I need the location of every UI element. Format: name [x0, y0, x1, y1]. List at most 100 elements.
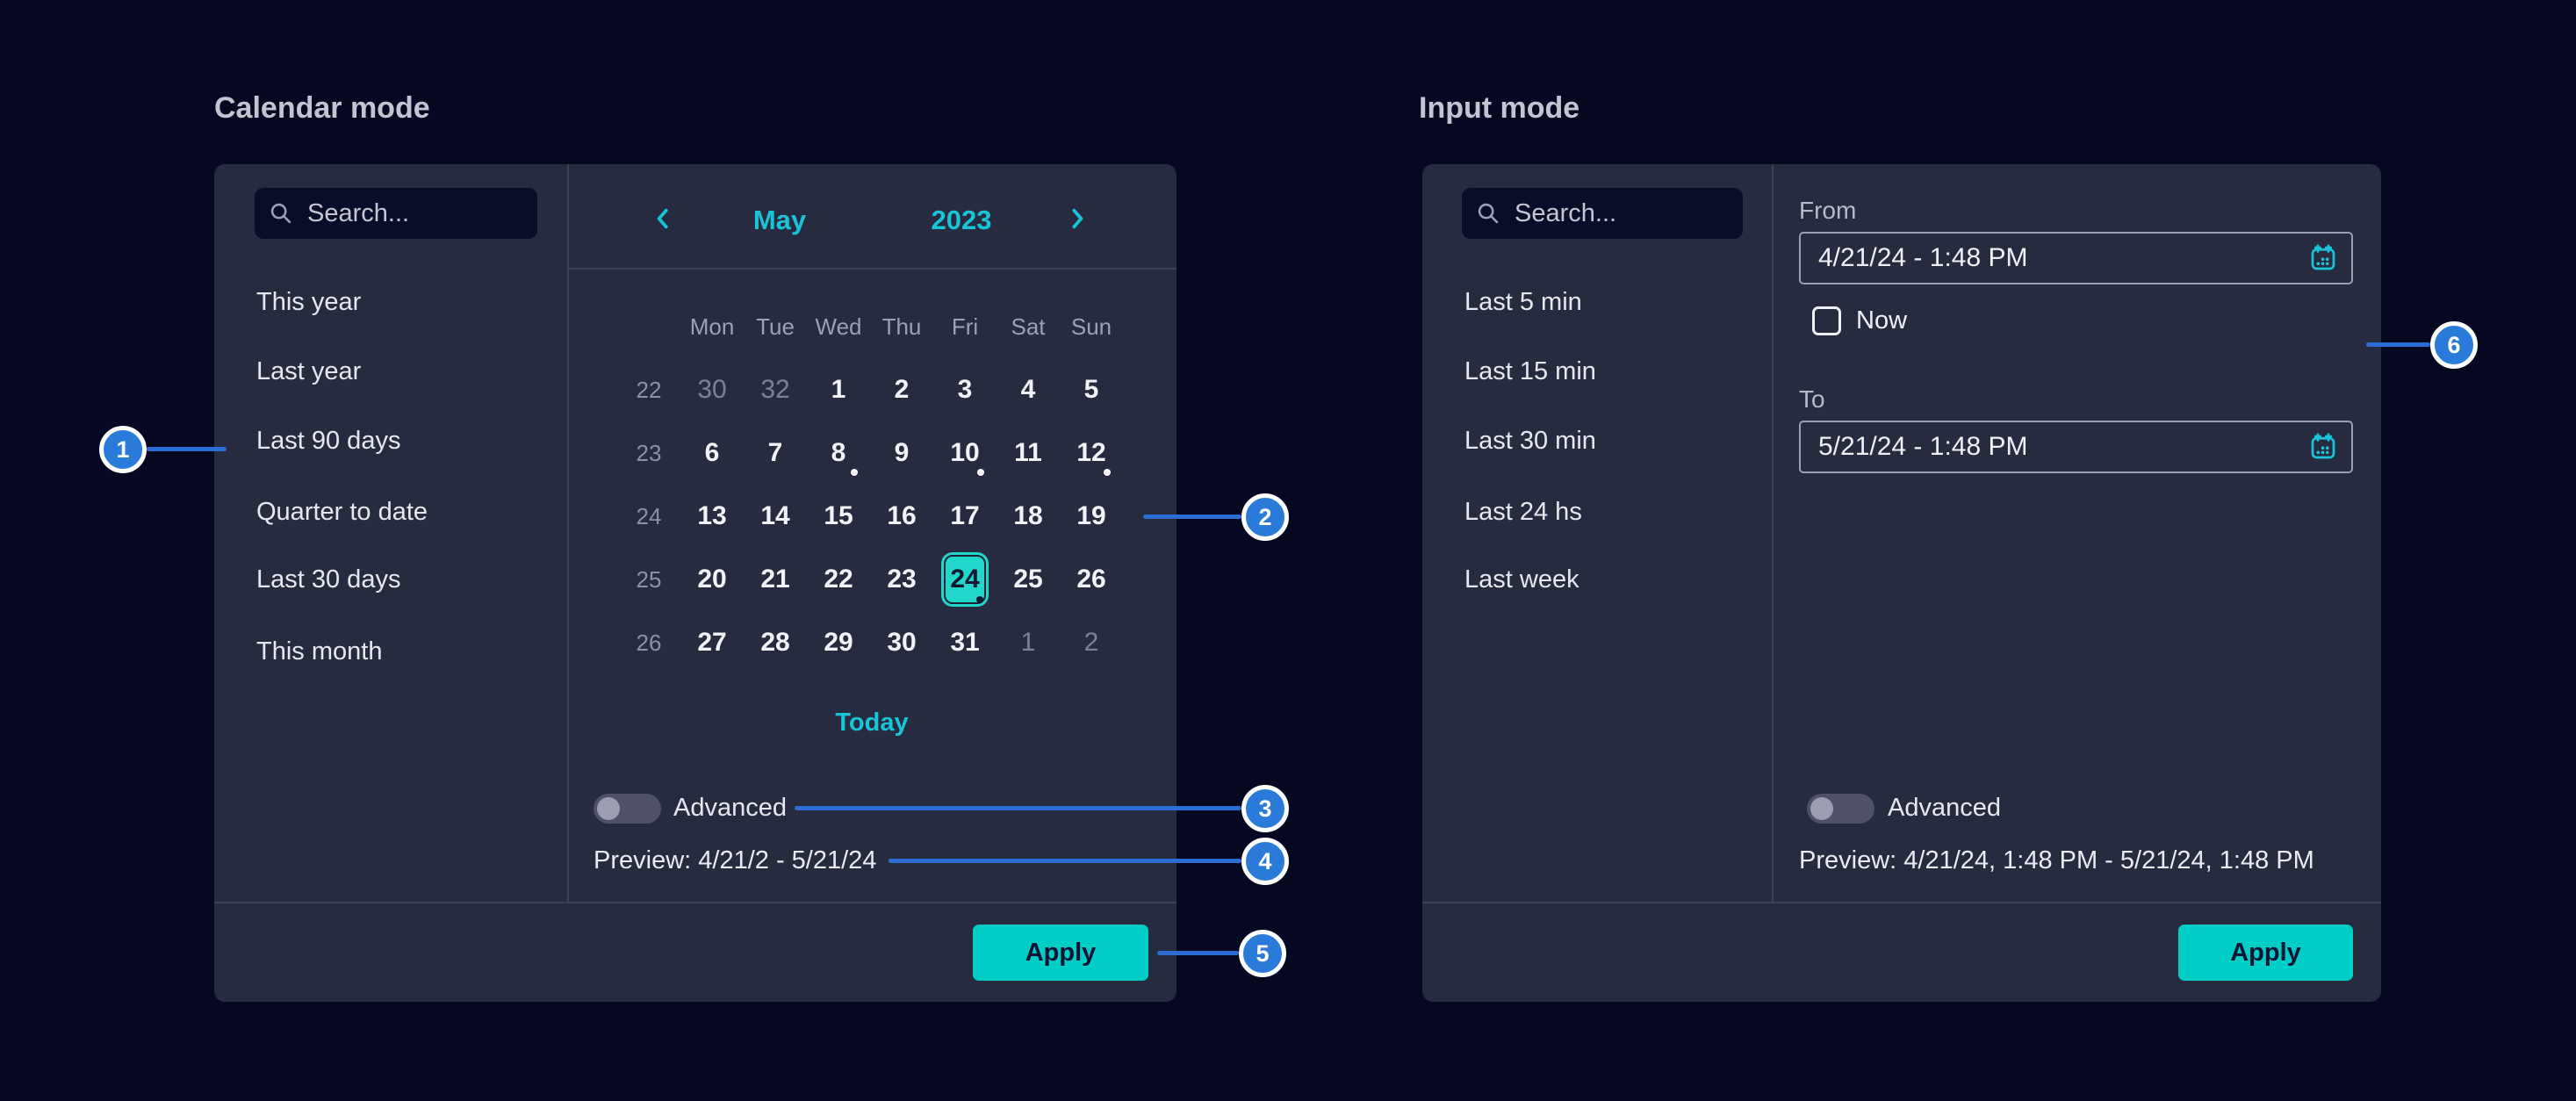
- divider: [567, 164, 569, 902]
- today-button[interactable]: Today: [567, 709, 1176, 738]
- day-cell[interactable]: 3: [933, 358, 997, 421]
- sidebar-item-last-24-hs[interactable]: Last 24 hs: [1464, 494, 1582, 529]
- day-cell[interactable]: 32: [744, 358, 807, 421]
- day-cell[interactable]: 29: [807, 611, 870, 674]
- from-input[interactable]: [1801, 242, 2307, 274]
- callout-line: [147, 447, 227, 451]
- year-label[interactable]: 2023: [891, 205, 1032, 236]
- callout-1: 1: [99, 426, 147, 473]
- apply-button[interactable]: Apply: [973, 925, 1148, 981]
- advanced-label: Advanced: [673, 790, 787, 825]
- callout-2: 2: [1241, 493, 1289, 541]
- month-label[interactable]: May: [709, 205, 850, 236]
- next-month-button[interactable]: [1056, 198, 1098, 240]
- day-cell[interactable]: 1: [807, 358, 870, 421]
- week-number: 24: [617, 485, 680, 548]
- day-cell[interactable]: 1: [997, 611, 1060, 674]
- weekday-header: Thu: [870, 295, 933, 358]
- sidebar-item-this-year[interactable]: This year: [256, 284, 361, 320]
- weekday-header: Sun: [1060, 295, 1123, 358]
- callout-line: [2366, 342, 2430, 347]
- day-cell[interactable]: 5: [1060, 358, 1123, 421]
- callout-3: 3: [1241, 785, 1289, 832]
- day-cell[interactable]: 25: [997, 548, 1060, 611]
- callout-line: [1143, 515, 1241, 519]
- sidebar-item-quarter-to-date[interactable]: Quarter to date: [256, 494, 428, 529]
- day-cell-selected[interactable]: 24: [933, 548, 997, 611]
- to-input[interactable]: [1801, 431, 2307, 463]
- day-cell[interactable]: 9: [870, 421, 933, 485]
- page: Calendar mode This year Last year Last 9…: [0, 0, 2576, 1101]
- from-field: [1799, 232, 2353, 284]
- sidebar-item-last-week[interactable]: Last week: [1464, 562, 1579, 597]
- search-icon: [269, 201, 293, 226]
- sidebar-item-last-5-min[interactable]: Last 5 min: [1464, 284, 1582, 320]
- week-number: 26: [617, 611, 680, 674]
- day-cell[interactable]: 2: [1060, 611, 1123, 674]
- advanced-label: Advanced: [1888, 790, 2001, 825]
- day-cell[interactable]: 6: [680, 421, 744, 485]
- apply-button[interactable]: Apply: [2178, 925, 2353, 981]
- from-label: From: [1799, 196, 1856, 226]
- preview-text: Preview: 4/21/24, 1:48 PM - 5/21/24, 1:4…: [1799, 843, 2314, 878]
- preview-text: Preview: 4/21/2 - 5/21/24: [594, 843, 876, 878]
- sidebar-item-last-15-min[interactable]: Last 15 min: [1464, 354, 1596, 389]
- divider: [1422, 902, 2381, 903]
- input-panel: Last 5 min Last 15 min Last 30 min Last …: [1422, 164, 2381, 1002]
- weekday-header: Fri: [933, 295, 997, 358]
- divider: [567, 268, 1176, 270]
- day-cell[interactable]: 21: [744, 548, 807, 611]
- divider: [1772, 164, 1774, 902]
- day-cell[interactable]: 28: [744, 611, 807, 674]
- day-cell[interactable]: 8: [807, 421, 870, 485]
- calendar-mode-title: Calendar mode: [214, 91, 430, 126]
- day-cell[interactable]: 18: [997, 485, 1060, 548]
- day-cell[interactable]: 17: [933, 485, 997, 548]
- day-cell[interactable]: 30: [870, 611, 933, 674]
- day-cell[interactable]: 10: [933, 421, 997, 485]
- weekday-header: Sat: [997, 295, 1060, 358]
- sidebar-item-this-month[interactable]: This month: [256, 634, 382, 669]
- day-cell[interactable]: 22: [807, 548, 870, 611]
- callout-5: 5: [1239, 930, 1286, 977]
- week-number: 25: [617, 548, 680, 611]
- callout-line: [795, 806, 1241, 810]
- sidebar-item-last-30-min[interactable]: Last 30 min: [1464, 423, 1596, 458]
- day-cell[interactable]: 27: [680, 611, 744, 674]
- day-cell[interactable]: 30: [680, 358, 744, 421]
- search-input[interactable]: [306, 198, 523, 229]
- toggle-knob: [1810, 797, 1833, 820]
- prev-month-button[interactable]: [642, 198, 684, 240]
- day-cell[interactable]: 16: [870, 485, 933, 548]
- chevron-left-icon: [650, 205, 676, 232]
- day-cell[interactable]: 7: [744, 421, 807, 485]
- advanced-toggle[interactable]: [594, 794, 661, 824]
- calendar-icon[interactable]: [2307, 242, 2339, 274]
- calendar-grid: Mon Tue Wed Thu Fri Sat Sun 22 30 32 1 2…: [617, 295, 1123, 674]
- search-input[interactable]: [1513, 198, 1729, 229]
- day-cell[interactable]: 23: [870, 548, 933, 611]
- day-cell[interactable]: 15: [807, 485, 870, 548]
- divider: [214, 902, 1176, 903]
- sidebar-item-last-year[interactable]: Last year: [256, 354, 361, 389]
- now-checkbox[interactable]: [1812, 306, 1841, 335]
- calendar-icon[interactable]: [2307, 431, 2339, 463]
- to-label: To: [1799, 385, 1825, 414]
- sidebar-item-last-30-days[interactable]: Last 30 days: [256, 562, 400, 597]
- day-cell[interactable]: 20: [680, 548, 744, 611]
- day-cell[interactable]: 4: [997, 358, 1060, 421]
- day-cell[interactable]: 19: [1060, 485, 1123, 548]
- callout-line: [1157, 951, 1239, 955]
- day-cell[interactable]: 26: [1060, 548, 1123, 611]
- day-cell[interactable]: 11: [997, 421, 1060, 485]
- advanced-toggle[interactable]: [1807, 794, 1874, 824]
- day-cell[interactable]: 12: [1060, 421, 1123, 485]
- day-cell[interactable]: 2: [870, 358, 933, 421]
- week-number: 22: [617, 358, 680, 421]
- weekday-header: Wed: [807, 295, 870, 358]
- to-field: [1799, 421, 2353, 473]
- sidebar-item-last-90-days[interactable]: Last 90 days: [256, 423, 400, 458]
- day-cell[interactable]: 31: [933, 611, 997, 674]
- day-cell[interactable]: 13: [680, 485, 744, 548]
- day-cell[interactable]: 14: [744, 485, 807, 548]
